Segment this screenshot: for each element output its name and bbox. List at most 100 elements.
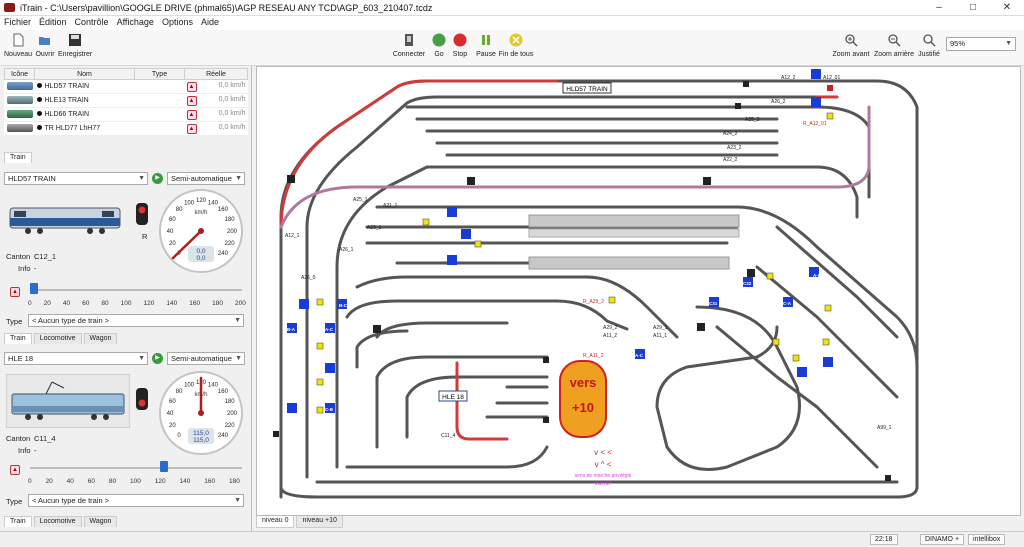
direction-toggle-1[interactable]: ▲ (10, 287, 20, 297)
play-icon[interactable]: ▶ (152, 353, 163, 364)
open-folder-icon (39, 37, 50, 45)
tab-niveau-plus10[interactable]: niveau +10 (296, 516, 343, 528)
go-button[interactable]: Go (430, 33, 448, 58)
panel1-tabs: Train Locomotive Wagon (4, 333, 119, 344)
go-icon (432, 33, 446, 47)
zoom-avant-button[interactable]: Zoom avant (832, 33, 870, 58)
train-name: HLD57 TRAIN (44, 83, 90, 90)
menu-affichage[interactable]: Affichage (113, 16, 158, 30)
chevron-down-icon: ▼ (138, 355, 145, 362)
gauge-tick-label: 240 (218, 251, 229, 257)
mode-select-value: Semi-automatique (171, 174, 232, 183)
tab-train[interactable]: Train (4, 333, 32, 344)
col-nom[interactable]: Nom (34, 68, 135, 80)
train-label-hld57[interactable]: HLD57 TRAIN (562, 82, 612, 94)
train-type-select-1[interactable]: < Aucun type de train > ▼ (28, 314, 244, 327)
zoom-value: 95% (950, 39, 966, 48)
canton-label: Canton (6, 252, 31, 261)
level-tabs: niveau 0 niveau +10 (256, 516, 345, 528)
tab-wagon[interactable]: Wagon (83, 516, 118, 527)
chevron-down-icon: ▼ (234, 497, 241, 504)
col-icone[interactable]: Icône (4, 68, 35, 80)
direction-icon[interactable]: ▲ (186, 109, 197, 120)
menu-aide[interactable]: Aide (197, 16, 223, 30)
minimize-icon[interactable]: – (922, 0, 956, 16)
fin-de-tous-button[interactable]: Fin de tous (498, 33, 534, 58)
slider-thumb[interactable] (30, 283, 38, 294)
nouveau-button[interactable]: Nouveau (4, 33, 32, 58)
direction-icon[interactable]: ▲ (186, 81, 197, 92)
table-row[interactable]: HLD57 TRAIN ▲ 0,0 km/h (4, 79, 248, 94)
svg-text:R_A12_01: R_A12_01 (803, 121, 827, 127)
tab-locomotive[interactable]: Locomotive (33, 516, 82, 527)
zoom-out-icon (888, 34, 901, 47)
menu-edition[interactable]: Édition (35, 16, 71, 30)
speed-slider-2[interactable] (30, 460, 242, 476)
mode-select-value: Semi-automatique (171, 354, 232, 363)
play-icon[interactable]: ▶ (152, 173, 163, 184)
slider-thumb[interactable] (160, 461, 169, 472)
svg-text:A29_2: A29_2 (603, 325, 618, 331)
pause-button[interactable]: Pause (475, 33, 497, 58)
gauge-tick-label: 120 (196, 198, 207, 204)
speed-readout-b: 0,0 (196, 255, 205, 262)
ouvrir-button[interactable]: Ouvrir (34, 33, 56, 58)
gauge-tick-label: 200 (227, 229, 238, 235)
table-row[interactable]: TR HLD77 LhH77 ▲ 0,0 km/h (4, 121, 248, 136)
svg-text:C-A: C-A (783, 301, 792, 306)
track-diagram[interactable]: HLD57 TRAIN HLE 18 vers +10 sens de marc… (257, 67, 1021, 516)
justifie-button[interactable]: Justifié (916, 33, 942, 58)
toolbar: Nouveau Ouvrir Enregistrer Connecter Go … (0, 30, 1024, 66)
canton-value: C12_1 (34, 252, 57, 261)
svg-text:sens de marche privilégié: sens de marche privilégié (575, 473, 632, 479)
tab-train[interactable]: Train (4, 516, 32, 527)
tab-niveau-0[interactable]: niveau 0 (256, 516, 295, 528)
col-type[interactable]: Type (134, 68, 185, 80)
enregistrer-button[interactable]: Enregistrer (58, 33, 92, 58)
slider-ticks-2: 0 20 40 60 80 100 120 140 160 180 (28, 478, 240, 485)
connecter-button[interactable]: Connecter (392, 33, 426, 58)
maximize-icon[interactable]: □ (956, 0, 990, 16)
table-row[interactable]: HLD66 TRAIN ▲ 0,0 km/h (4, 107, 248, 122)
svg-text:C11_4: C11_4 (441, 433, 456, 439)
train-list-tabs: Train (4, 152, 34, 163)
menu-controle[interactable]: Contrôle (71, 16, 113, 30)
speed-gauge-1: 020406080100 120 140160180200220240 km/h 0… (159, 189, 243, 273)
train-type-select-2[interactable]: < Aucun type de train > ▼ (28, 494, 244, 507)
zoom-avant-label: Zoom avant (832, 51, 870, 58)
vers-plus10-badge[interactable]: vers +10 (559, 360, 607, 438)
train-select-value: HLD57 TRAIN (8, 174, 56, 183)
zoom-arriere-button[interactable]: Zoom arrière (872, 33, 916, 58)
direction-icon[interactable]: ▲ (186, 95, 197, 106)
zoom-select[interactable]: 95% ▼ (946, 37, 1016, 51)
train-select-2[interactable]: HLE 18 ▼ (4, 352, 148, 365)
svg-text:B-C: B-C (339, 303, 348, 308)
gauge-tick-label: 140 (208, 382, 219, 388)
direction-icon[interactable]: ▲ (186, 123, 197, 134)
loco-thumbnail (6, 109, 33, 118)
stop-button[interactable]: Stop (451, 33, 469, 58)
col-reelle[interactable]: Réelle (184, 68, 248, 80)
speed-slider-1[interactable] (30, 282, 242, 298)
tab-train-list[interactable]: Train (4, 152, 32, 163)
mode-select-2[interactable]: Semi-automatique ▼ (167, 352, 245, 365)
info-value: - (34, 446, 37, 455)
train-label-hle18[interactable]: HLE 18 (438, 390, 468, 402)
menu-options[interactable]: Options (158, 16, 197, 30)
mode-select-1[interactable]: Semi-automatique ▼ (167, 172, 245, 185)
direction-toggle-2[interactable]: ▲ (10, 465, 20, 475)
svg-text:HLE 18: HLE 18 (442, 394, 464, 401)
signal-letter: R (142, 232, 148, 241)
svg-text:A25_2: A25_2 (745, 117, 760, 123)
loco-thumbnail (6, 81, 33, 90)
tab-wagon[interactable]: Wagon (83, 333, 118, 344)
menu-fichier[interactable]: Fichier (0, 16, 35, 30)
train-select-1[interactable]: HLD57 TRAIN ▼ (4, 172, 148, 185)
table-row[interactable]: HLE13 TRAIN ▲ 0,0 km/h (4, 93, 248, 108)
close-icon[interactable]: ✕ (990, 0, 1024, 16)
tab-locomotive[interactable]: Locomotive (33, 333, 82, 344)
track-layout-canvas[interactable]: HLD57 TRAIN HLE 18 vers +10 sens de marc… (256, 66, 1021, 516)
svg-text:R_A11_2: R_A11_2 (583, 353, 604, 359)
status-dot (36, 125, 42, 130)
svg-text:A22_2: A22_2 (723, 157, 738, 163)
